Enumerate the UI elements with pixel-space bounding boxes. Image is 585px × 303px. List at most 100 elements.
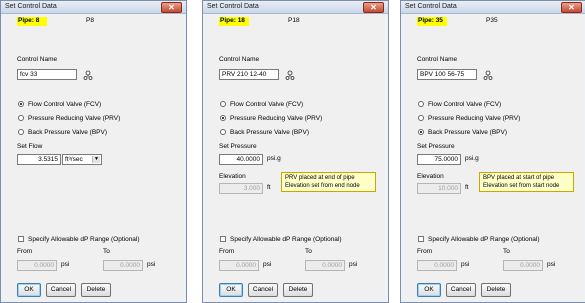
radio-option-label: Back Pressure Valve (BPV): [230, 129, 309, 136]
to-unit: psi: [147, 261, 156, 268]
radio-option-label: Pressure Reducing Valve (PRV): [428, 115, 521, 122]
radio-option-2[interactable]: Back Pressure Valve (BPV): [418, 129, 507, 136]
pipe-label: Pipe: 8: [18, 17, 40, 24]
dp-range-label: Specify Allowable dP Range (Optional): [28, 236, 140, 243]
radio-button[interactable]: [18, 129, 24, 135]
placement-note-line: BPV placed at start of pipe: [483, 175, 555, 181]
close-icon: ✕: [568, 3, 575, 12]
radio-option-2[interactable]: Back Pressure Valve (BPV): [220, 129, 309, 136]
radio-button[interactable]: [220, 115, 226, 121]
control-name-label: Control Name: [417, 56, 458, 63]
close-button[interactable]: ✕: [363, 2, 384, 13]
pipe-name: P35: [486, 17, 498, 24]
setpoint-unit-select[interactable]: ft³/sec ▼: [62, 154, 102, 165]
control-name-input[interactable]: BPV 100 56-75: [417, 69, 477, 80]
cancel-button[interactable]: Cancel: [248, 283, 278, 297]
elevation-field: 3.000: [219, 183, 263, 194]
dp-range-checkbox[interactable]: Specify Allowable dP Range (Optional): [220, 236, 342, 243]
radio-button[interactable]: [418, 129, 424, 135]
radio-option-0[interactable]: Flow Control Valve (FCV): [18, 101, 101, 108]
placement-note-line: Elevation set from start node: [483, 183, 560, 189]
delete-button[interactable]: Delete: [481, 283, 511, 297]
delete-button[interactable]: Delete: [81, 283, 111, 297]
pipe-name: P8: [86, 17, 94, 24]
radio-option-label: Flow Control Valve (FCV): [428, 101, 502, 108]
elevation-field: 10.000: [417, 183, 461, 194]
placement-note-line: PRV placed at end of pipe: [285, 175, 355, 181]
radio-button[interactable]: [220, 101, 226, 107]
placement-note-line: Elevation set from end node: [285, 183, 360, 189]
radio-option-0[interactable]: Flow Control Valve (FCV): [220, 101, 303, 108]
set-control-data-dialog: Set Control Data ✕ Pipe: 35 P35 Control …: [400, 0, 585, 303]
from-unit: psi: [263, 261, 272, 268]
pipe-label: Pipe: 18: [220, 17, 245, 24]
dp-range-checkbox[interactable]: Specify Allowable dP Range (Optional): [418, 236, 540, 243]
to-unit: psi: [547, 261, 556, 268]
dialog-title: Set Control Data: [405, 3, 457, 10]
control-name-input[interactable]: fcv 33: [17, 69, 77, 80]
dialog-client-area: Pipe: 18 P18 Control Name PRV 210 12-40 …: [206, 15, 385, 299]
from-label: From: [17, 248, 33, 255]
setpoint-unit-value: ft³/sec: [65, 156, 83, 163]
delete-button[interactable]: Delete: [283, 283, 313, 297]
elevation-unit: ft: [465, 184, 469, 191]
checkbox-box[interactable]: [220, 236, 226, 242]
to-label: To: [305, 248, 312, 255]
setpoint-label: Set Pressure: [417, 143, 455, 150]
to-field: 0.0000: [503, 260, 543, 271]
radio-option-1[interactable]: Pressure Reducing Valve (PRV): [418, 115, 520, 122]
radio-button[interactable]: [418, 115, 424, 121]
radio-option-0[interactable]: Flow Control Valve (FCV): [418, 101, 501, 108]
cancel-button[interactable]: Cancel: [46, 283, 76, 297]
set-control-data-dialog: Set Control Data ✕ Pipe: 8 P8 Control Na…: [0, 0, 187, 303]
close-icon: ✕: [168, 3, 175, 12]
to-field: 0.0000: [305, 260, 345, 271]
to-label: To: [103, 248, 110, 255]
control-name-label: Control Name: [219, 56, 260, 63]
radio-option-2[interactable]: Back Pressure Valve (BPV): [18, 129, 107, 136]
title-bar[interactable]: Set Control Data ✕: [401, 1, 585, 14]
pipe-name: P18: [288, 17, 300, 24]
from-field: 0.0000: [17, 260, 57, 271]
close-button[interactable]: ✕: [161, 2, 182, 13]
title-bar[interactable]: Set Control Data ✕: [203, 1, 388, 14]
placement-note: PRV placed at end of pipe Elevation set …: [281, 172, 376, 192]
setpoint-label: Set Pressure: [219, 143, 257, 150]
placement-note: BPV placed at start of pipe Elevation se…: [479, 172, 574, 192]
ok-button[interactable]: OK: [17, 283, 41, 297]
elevation-unit: ft: [267, 184, 271, 191]
from-field: 0.0000: [417, 260, 457, 271]
radio-option-label: Pressure Reducing Valve (PRV): [28, 115, 121, 122]
to-field: 0.0000: [103, 260, 143, 271]
pick-control-icon[interactable]: [285, 70, 295, 80]
ok-button[interactable]: OK: [219, 283, 243, 297]
title-bar[interactable]: Set Control Data ✕: [1, 1, 186, 14]
checkbox-box[interactable]: [18, 236, 24, 242]
radio-button[interactable]: [18, 101, 24, 107]
setpoint-input[interactable]: 40.0000: [219, 154, 263, 165]
pick-control-icon[interactable]: [483, 70, 493, 80]
radio-button[interactable]: [220, 129, 226, 135]
from-field: 0.0000: [219, 260, 259, 271]
dialog-title: Set Control Data: [5, 3, 57, 10]
radio-option-label: Back Pressure Valve (BPV): [428, 129, 507, 136]
setpoint-input[interactable]: 3.5315: [17, 154, 61, 165]
control-name-input[interactable]: PRV 210 12-40: [219, 69, 279, 80]
ok-button[interactable]: OK: [417, 283, 441, 297]
control-name-label: Control Name: [17, 56, 58, 63]
radio-option-1[interactable]: Pressure Reducing Valve (PRV): [18, 115, 120, 122]
chevron-down-icon[interactable]: ▼: [92, 156, 100, 163]
radio-option-1[interactable]: Pressure Reducing Valve (PRV): [220, 115, 322, 122]
dp-range-label: Specify Allowable dP Range (Optional): [230, 236, 342, 243]
setpoint-input[interactable]: 75.0000: [417, 154, 461, 165]
from-unit: psi: [461, 261, 470, 268]
pick-control-icon[interactable]: [83, 70, 93, 80]
cancel-button[interactable]: Cancel: [446, 283, 476, 297]
close-button[interactable]: ✕: [561, 2, 582, 13]
checkbox-box[interactable]: [418, 236, 424, 242]
dp-range-checkbox[interactable]: Specify Allowable dP Range (Optional): [18, 236, 140, 243]
radio-button[interactable]: [418, 101, 424, 107]
radio-button[interactable]: [18, 115, 24, 121]
radio-option-label: Flow Control Valve (FCV): [230, 101, 304, 108]
to-label: To: [503, 248, 510, 255]
